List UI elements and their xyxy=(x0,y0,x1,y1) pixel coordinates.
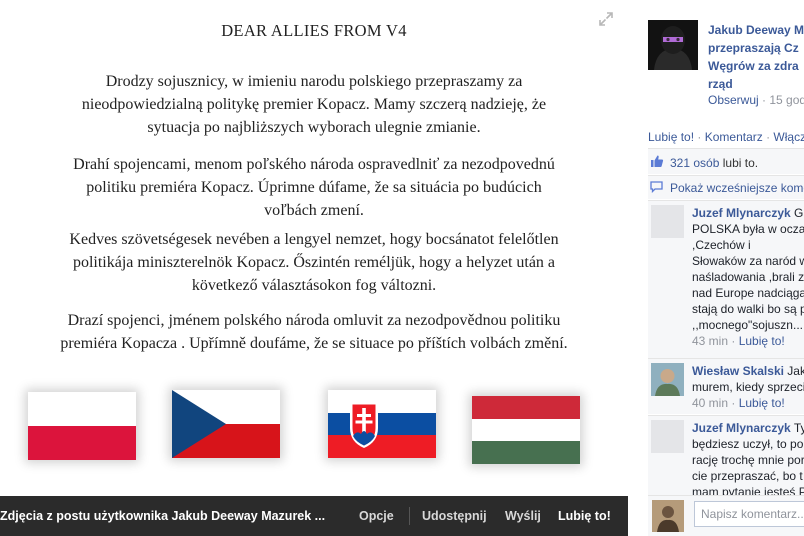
show-previous-comments[interactable]: Pokaż wcześniejsze kome xyxy=(648,175,804,199)
post-title-line: rząd xyxy=(708,77,733,91)
comment-item: Juzef Mlynarczyk Ty będziesz uczył, to p… xyxy=(648,415,804,499)
comment-text: naśladowania ,brali z xyxy=(692,270,804,284)
letter-title: DEAR ALLIES FROM V4 xyxy=(221,21,407,40)
post-comment-link[interactable]: Komentarz xyxy=(705,130,763,144)
show-previous-label[interactable]: Pokaż wcześniejsze kome xyxy=(670,181,804,195)
comment-text: Ty xyxy=(793,421,804,435)
comment-body: Wiesław Skalski Jak murem, kiedy sprzeci… xyxy=(692,363,804,411)
letter-line: Drahí spojencami, menom poľského národa … xyxy=(73,156,555,173)
post-actions: Lubię to! · Komentarz · Włącz xyxy=(648,130,804,144)
commenter-name[interactable]: Juzef Mlynarczyk xyxy=(692,421,791,435)
czech-flag xyxy=(172,390,280,458)
hungary-flag xyxy=(472,396,580,464)
comment-text: ,Czechów i xyxy=(692,238,751,252)
current-user-avatar xyxy=(652,500,684,532)
likes-summary: 321 osób lubi to. xyxy=(648,148,804,174)
letter-line: politikája miniszterelnök Kopacz. Őszint… xyxy=(72,254,556,271)
post-timestamp[interactable]: 15 godz xyxy=(769,93,804,107)
commenter-avatar[interactable] xyxy=(651,420,684,453)
action-separator: · xyxy=(762,130,774,144)
letter-line: nieodpowiedzialną politykę premier Kopac… xyxy=(81,96,547,113)
likes-count-link[interactable]: 321 osób xyxy=(670,156,719,170)
comment-body: Juzef Mlynarczyk Ty będziesz uczył, to p… xyxy=(692,420,804,500)
commenter-photo xyxy=(651,363,684,396)
author-avatar[interactable] xyxy=(648,20,698,70)
comment-like-link[interactable]: Lubię to! xyxy=(739,334,785,348)
poland-flag xyxy=(28,392,136,460)
send-button[interactable]: Wyślij xyxy=(505,509,541,523)
commenter-avatar[interactable] xyxy=(651,205,684,238)
current-user-photo xyxy=(652,500,684,532)
photo-viewer: DEAR ALLIES FROM V4 Drodzy sojusznicy, w… xyxy=(0,0,628,536)
letter-paragraph-slovak: Drahí spojencami, menom poľského národa … xyxy=(0,153,628,222)
comment-input[interactable] xyxy=(694,501,804,527)
likes-text: 321 osób lubi to. xyxy=(670,156,758,170)
letter-line: voľbách zmení. xyxy=(264,202,364,219)
bar-divider xyxy=(409,507,410,525)
comment-text: rację trochę mnie por xyxy=(692,453,804,467)
comment-meta: 43 min · Lubię to! xyxy=(692,334,785,348)
comment-text: Gr xyxy=(794,206,804,220)
post-like-link[interactable]: Lubię to! xyxy=(648,130,694,144)
letter-paragraph-czech: Drazí spojenci, jménem polského národa o… xyxy=(0,309,628,355)
letter-line: sytuacja po najbliższych wyborach ulegni… xyxy=(147,119,481,136)
photo-action-bar: Zdjęcia z postu użytkownika Jakub Deeway… xyxy=(0,496,628,536)
slovakia-flag xyxy=(328,390,436,458)
photo-caption-link[interactable]: Zdjęcia z postu użytkownika Jakub Deeway… xyxy=(0,509,325,523)
comment-text: Słowaków za naród w xyxy=(692,254,804,268)
post-title-line: Jakub Deeway M xyxy=(708,23,804,37)
commenter-name[interactable]: Juzef Mlynarczyk xyxy=(692,206,791,220)
letter-line: Drazí spojenci, jménem polského národa o… xyxy=(67,312,561,329)
letter-line: premiéra Kopacza . Upřímně doufáme, že s… xyxy=(60,335,568,352)
comment-item: Juzef Mlynarczyk Gr POLSKA była w oczac … xyxy=(648,200,804,358)
letter-line: következő választásokon fog változni. xyxy=(191,277,437,294)
letter-line: Drodzy sojusznicy, w imieniu narodu pols… xyxy=(105,73,523,90)
post-title-link[interactable]: Jakub Deeway M przepraszają Cz Węgrów za… xyxy=(708,21,804,93)
letter-line: Kedves szövetségesek nevében a lengyel n… xyxy=(69,231,559,248)
comment-time[interactable]: 43 min xyxy=(692,334,728,348)
comment-text: murem, kiedy sprzeci xyxy=(692,380,804,394)
post-title-line: Węgrów za zdra xyxy=(708,59,799,73)
post-notifications-link[interactable]: Włącz xyxy=(773,130,804,144)
share-button[interactable]: Udostępnij xyxy=(422,509,487,523)
letter-line: politiku premiéra Kopacz. Úprimne dúfame… xyxy=(86,179,542,196)
comment-text: stają do walki bo są p xyxy=(692,302,804,316)
post-meta: Obserwuj · 15 godz xyxy=(708,93,804,107)
follow-link[interactable]: Obserwuj xyxy=(708,93,759,107)
commenter-name[interactable]: Wiesław Skalski xyxy=(692,364,784,378)
comment-time[interactable]: 40 min xyxy=(692,396,728,410)
comment-bubble-icon xyxy=(650,181,663,193)
comment-text: nad Europe nadciąga xyxy=(692,286,804,300)
comment-text: cie przepraszać, bo t xyxy=(692,469,803,483)
like-button[interactable]: Lubię to! xyxy=(558,509,611,523)
comment-meta: 40 min · Lubię to! xyxy=(692,396,785,410)
letter-paragraph-polish: Drodzy sojusznicy, w imieniu narodu pols… xyxy=(0,70,628,139)
comment-first-line: Juzef Mlynarczyk Ty xyxy=(692,420,804,436)
post-side-panel: Jakub Deeway M przepraszają Cz Węgrów za… xyxy=(628,0,804,536)
comment-text: ,,mocnego"sojuszn... xyxy=(692,318,803,332)
thumbs-up-icon xyxy=(651,155,664,167)
comment-item: Wiesław Skalski Jak murem, kiedy sprzeci… xyxy=(648,358,804,414)
comment-text: będziesz uczył, to po xyxy=(692,437,804,451)
write-comment-row xyxy=(648,495,804,536)
letter-paragraph-hungarian: Kedves szövetségesek nevében a lengyel n… xyxy=(0,228,628,297)
commenter-avatar[interactable] xyxy=(651,363,684,396)
comment-first-line: Wiesław Skalski Jak xyxy=(692,363,804,379)
post-title-line: przepraszają Cz xyxy=(708,41,799,55)
masked-person-image xyxy=(648,20,698,70)
likes-suffix: lubi to. xyxy=(719,156,759,170)
comment-text: POLSKA była w oczac xyxy=(692,222,804,236)
options-button[interactable]: Opcje xyxy=(359,509,394,523)
comment-body: Juzef Mlynarczyk Gr POLSKA była w oczac … xyxy=(692,205,804,349)
comment-text: Jak xyxy=(783,364,804,378)
comment-like-link[interactable]: Lubię to! xyxy=(739,396,785,410)
meta-separator: · xyxy=(758,93,770,107)
action-separator: · xyxy=(694,130,705,144)
comment-first-line: Juzef Mlynarczyk Gr xyxy=(692,205,804,221)
